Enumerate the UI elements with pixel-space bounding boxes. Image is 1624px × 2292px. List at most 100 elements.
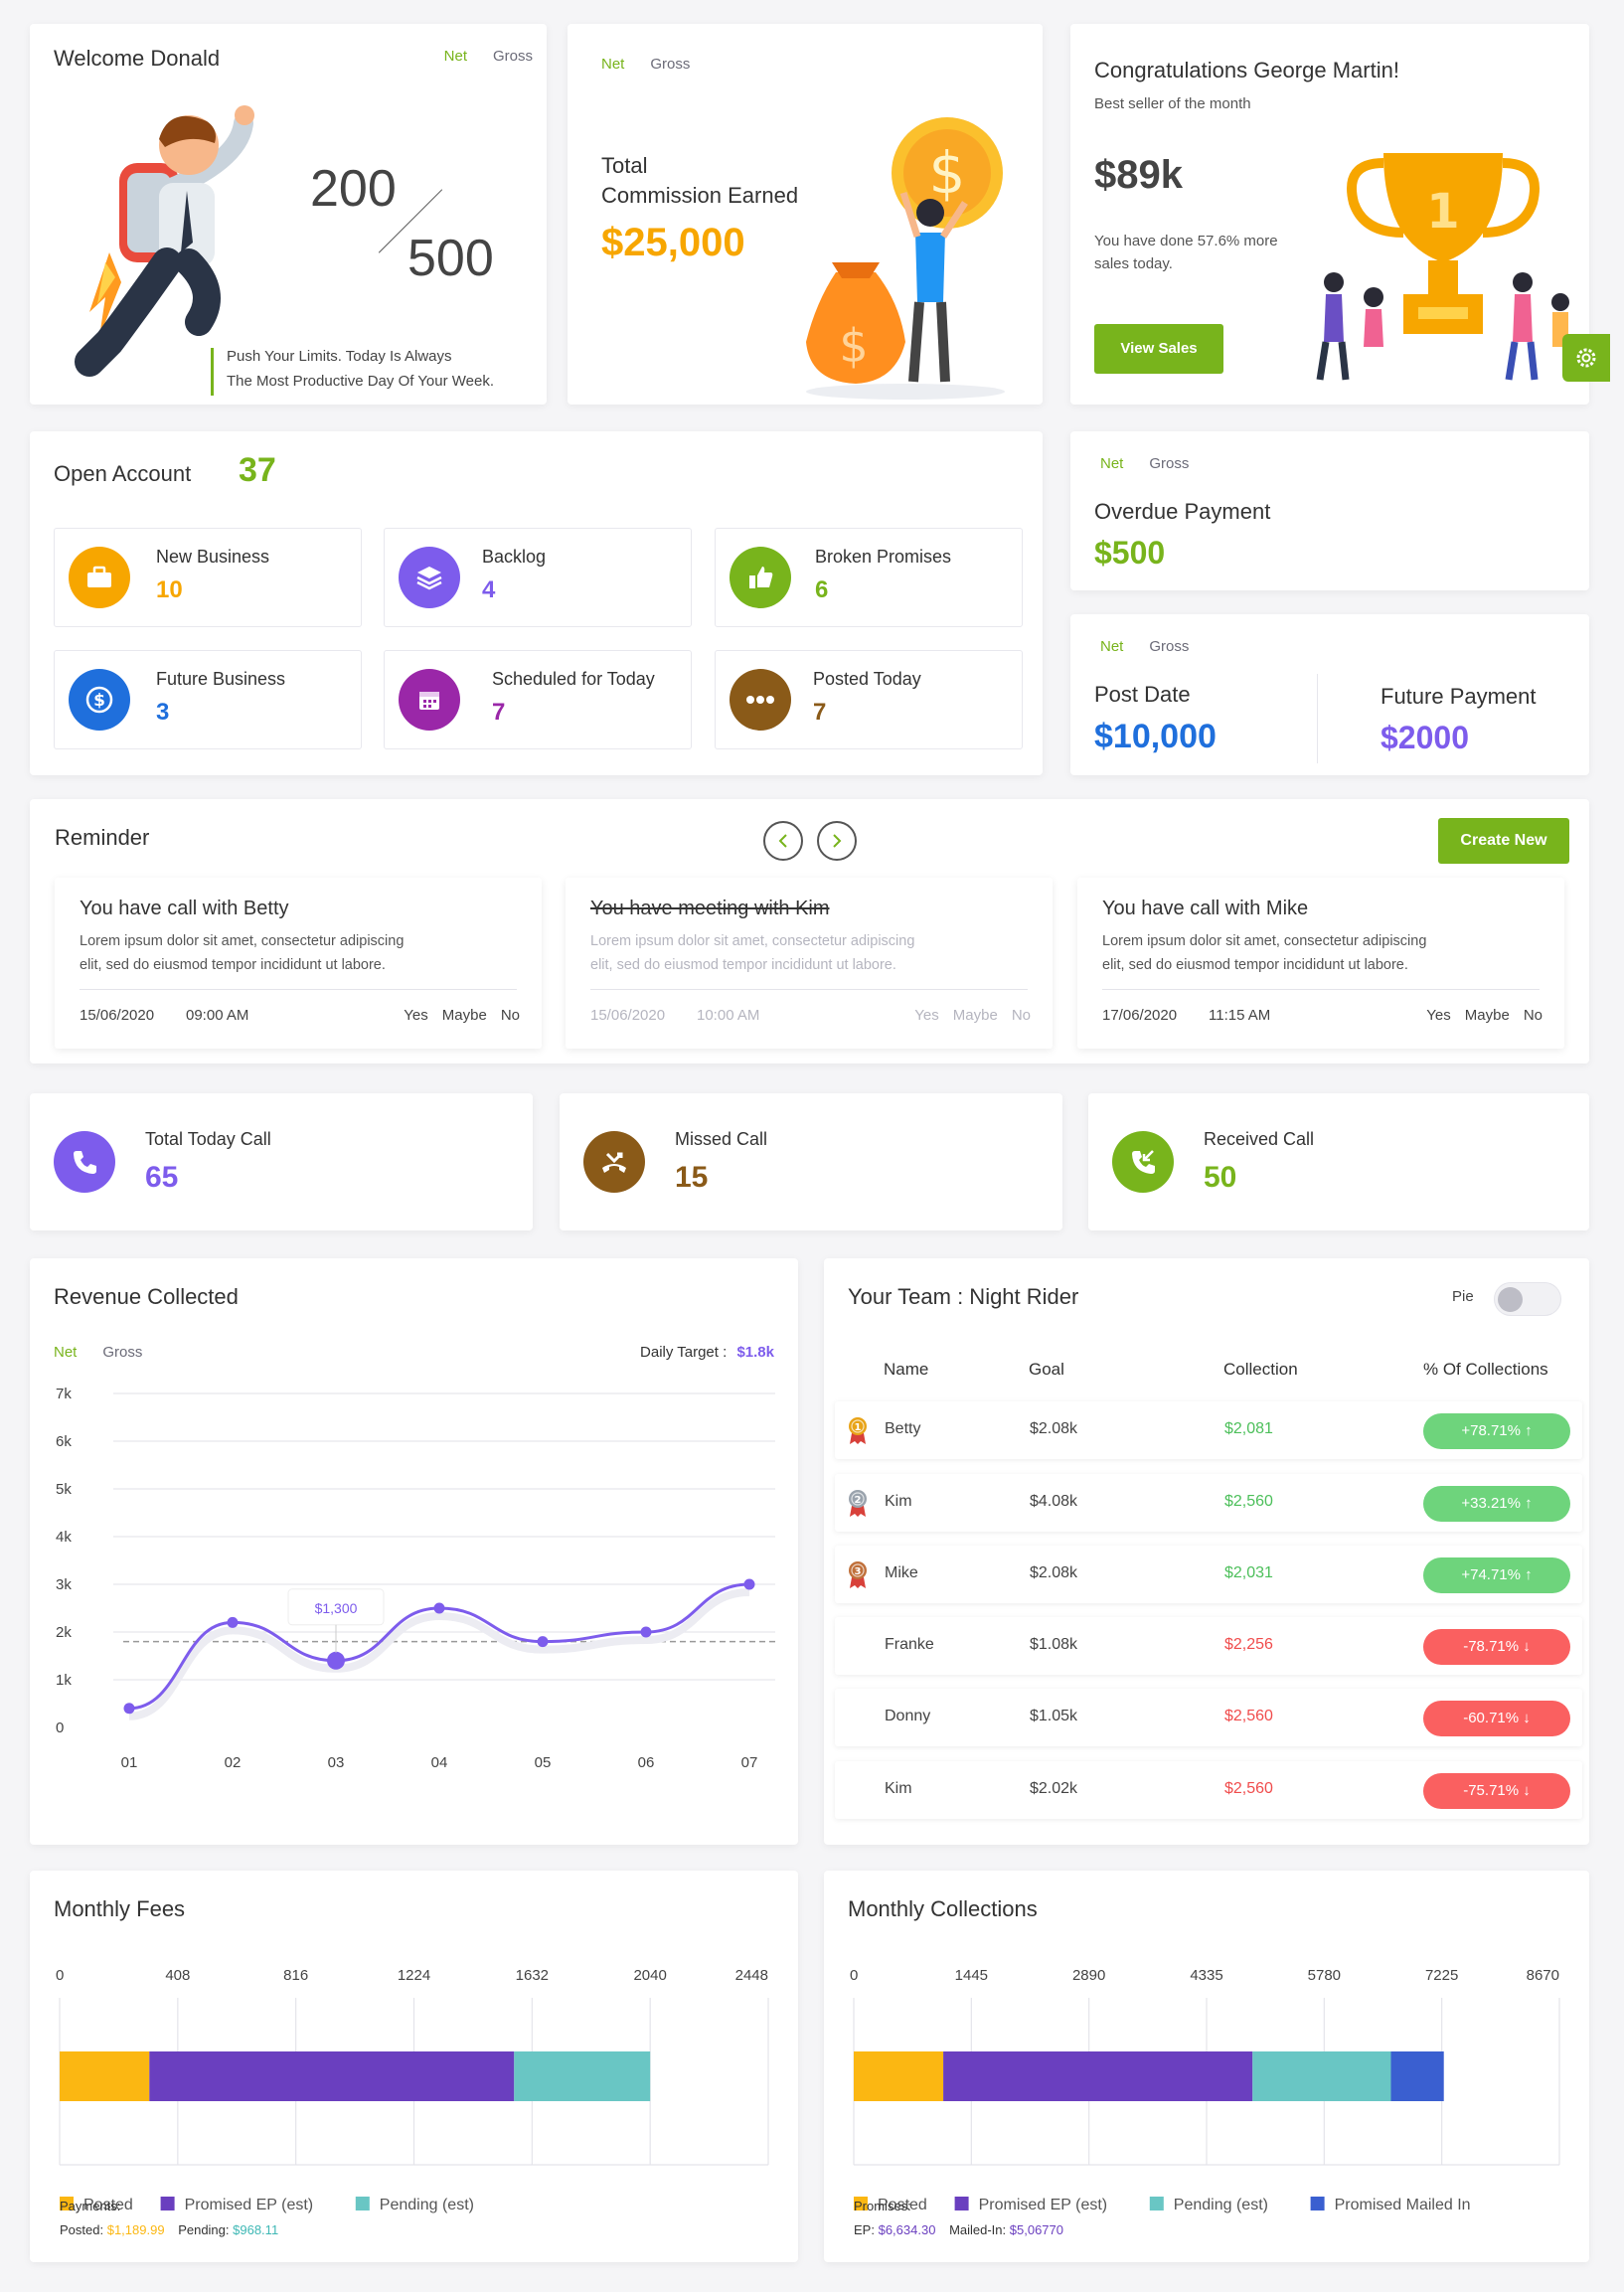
data-point: [743, 1578, 755, 1590]
row-name: Mike: [885, 1564, 918, 1581]
call-stat-value: 15: [675, 1161, 709, 1194]
divider: [1102, 989, 1540, 990]
promises-label: Promises:: [854, 2199, 911, 2213]
row-name: Kim: [885, 1493, 912, 1510]
row-name: Franke: [885, 1636, 934, 1653]
view-sales-button[interactable]: View Sales: [1094, 324, 1223, 374]
maybe-option[interactable]: Maybe: [442, 1007, 487, 1024]
tooltip-value: $1,300: [315, 1600, 358, 1616]
account-box-scheduled-today[interactable]: Scheduled for Today 7: [384, 650, 692, 749]
bar-segment: [1252, 2051, 1391, 2101]
account-box-backlog[interactable]: Backlog 4: [384, 528, 692, 627]
reminder-card[interactable]: You have call with Mike Lorem ipsum dolo…: [1077, 878, 1564, 1049]
row-collection: $2,560: [1224, 1493, 1273, 1510]
net-toggle[interactable]: Net: [1100, 455, 1123, 472]
received-call-card[interactable]: Received Call 50: [1088, 1093, 1589, 1230]
x-tick-label: 02: [225, 1754, 242, 1771]
yes-option[interactable]: Yes: [914, 1007, 938, 1024]
row-goal: $1.05k: [1030, 1708, 1078, 1724]
svg-text:2: 2: [855, 1495, 862, 1506]
commission-label-1: Total: [601, 153, 648, 178]
pie-toggle-switch[interactable]: [1494, 1282, 1561, 1316]
x-tick-label: 1445: [955, 1967, 988, 1984]
settings-fab[interactable]: [1562, 334, 1610, 382]
table-row[interactable]: 3 Mike $2.08k $2,031 +74.71% ↑: [835, 1546, 1582, 1603]
prev-arrow-button[interactable]: [763, 821, 803, 861]
maybe-option[interactable]: Maybe: [953, 1007, 998, 1024]
reminder-card-body: Lorem ipsum dolor sit amet, consectetur …: [80, 933, 405, 973]
table-row[interactable]: Franke $1.08k $2,256 -78.71% ↓: [835, 1617, 1582, 1675]
row-name: Kim: [885, 1780, 912, 1797]
x-tick-label: 2448: [735, 1967, 768, 1984]
pending-label: Pending:: [178, 2222, 230, 2237]
briefcase-icon: [69, 547, 130, 608]
total-call-card[interactable]: Total Today Call 65: [30, 1093, 533, 1230]
open-account-title: Open Account: [54, 461, 192, 486]
row-pct-badge: -60.71% ↓: [1423, 1701, 1570, 1736]
gross-toggle[interactable]: Gross: [1149, 638, 1189, 655]
yes-option[interactable]: Yes: [404, 1007, 427, 1024]
account-box-new-business[interactable]: New Business 10: [54, 528, 362, 627]
svg-text:1: 1: [1426, 184, 1459, 240]
table-row[interactable]: Donny $1.05k $2,560 -60.71% ↓: [835, 1689, 1582, 1746]
table-row[interactable]: 2 Kim $4.08k $2,560 +33.21% ↑: [835, 1474, 1582, 1532]
table-header-pct: % Of Collections: [1423, 1360, 1548, 1379]
no-option[interactable]: No: [501, 1007, 520, 1024]
account-box-label: Future Business: [156, 669, 286, 689]
missed-call-icon: [583, 1131, 645, 1193]
net-toggle[interactable]: Net: [444, 48, 467, 65]
row-goal: $2.08k: [1030, 1420, 1078, 1437]
reminder-card-body: Lorem ipsum dolor sit amet, consectetur …: [1102, 933, 1427, 973]
congrats-card: Congratulations George Martin! Best sell…: [1070, 24, 1589, 405]
row-collection: $2,031: [1224, 1564, 1273, 1581]
x-tick-label: 04: [431, 1754, 448, 1771]
gross-toggle[interactable]: Gross: [1149, 455, 1189, 472]
thumbs-up-icon: [730, 547, 791, 608]
row-pct-badge: +78.71% ↑: [1423, 1413, 1570, 1449]
congrats-amount: $89k: [1094, 153, 1183, 197]
reminder-card[interactable]: You have call with Betty Lorem ipsum dol…: [55, 878, 542, 1049]
table-row[interactable]: 1 Betty $2.08k $2,081 +78.71% ↑: [835, 1401, 1582, 1459]
monthly-fees-card: Monthly Fees 0 408 816 1224 1632 2040 2448 Post…: [30, 1871, 798, 2262]
net-toggle[interactable]: Net: [54, 1344, 77, 1361]
account-box-value: 4: [482, 576, 496, 603]
next-arrow-button[interactable]: [817, 821, 857, 861]
row-pct-badge: +74.71% ↑: [1423, 1557, 1570, 1593]
gross-toggle[interactable]: Gross: [102, 1344, 142, 1361]
reminder-date: 15/06/2020: [80, 1007, 155, 1024]
bar-segment: [943, 2051, 1253, 2101]
table-row[interactable]: Kim $2.02k $2,560 -75.71% ↓: [835, 1761, 1582, 1819]
daily-target-value: $1.8k: [736, 1344, 774, 1361]
account-box-broken-promises[interactable]: Broken Promises 6: [715, 528, 1023, 627]
chevron-right-icon: [833, 834, 842, 848]
account-box-value: 7: [813, 699, 827, 726]
more-dots-icon: [730, 669, 791, 731]
reminder-card-title: You have meeting with Kim: [590, 898, 830, 919]
no-option[interactable]: No: [1012, 1007, 1031, 1024]
create-new-button[interactable]: Create New: [1438, 818, 1569, 864]
yes-option[interactable]: Yes: [1426, 1007, 1450, 1024]
bar-segment: [514, 2051, 651, 2101]
maybe-option[interactable]: Maybe: [1465, 1007, 1510, 1024]
account-box-label: Posted Today: [813, 669, 921, 689]
net-toggle[interactable]: Net: [1100, 638, 1123, 655]
account-box-future-business[interactable]: $ Future Business 3: [54, 650, 362, 749]
commission-label-2: Commission Earned: [601, 183, 799, 208]
money-bag-illustration: $ $: [806, 117, 1005, 400]
account-box-posted-today[interactable]: Posted Today 7: [715, 650, 1023, 749]
row-goal: $4.08k: [1030, 1493, 1078, 1510]
reminder-card[interactable]: You have meeting with Kim Lorem ipsum do…: [566, 878, 1053, 1049]
legend-label: Promised EP (est): [979, 2197, 1108, 2213]
x-tick-label: 5780: [1308, 1967, 1341, 1984]
row-pct-badge: +33.21% ↑: [1423, 1486, 1570, 1522]
legend-swatch: [954, 2197, 969, 2210]
gross-toggle[interactable]: Gross: [650, 56, 690, 73]
no-option[interactable]: No: [1524, 1007, 1543, 1024]
net-toggle[interactable]: Net: [601, 56, 624, 73]
missed-call-card[interactable]: Missed Call 15: [560, 1093, 1062, 1230]
x-tick-label: 2040: [633, 1967, 666, 1984]
row-goal: $2.08k: [1030, 1564, 1078, 1581]
x-tick-label: 2890: [1072, 1967, 1105, 1984]
gross-toggle[interactable]: Gross: [493, 48, 533, 65]
congrats-title: Congratulations George Martin!: [1094, 58, 1399, 82]
